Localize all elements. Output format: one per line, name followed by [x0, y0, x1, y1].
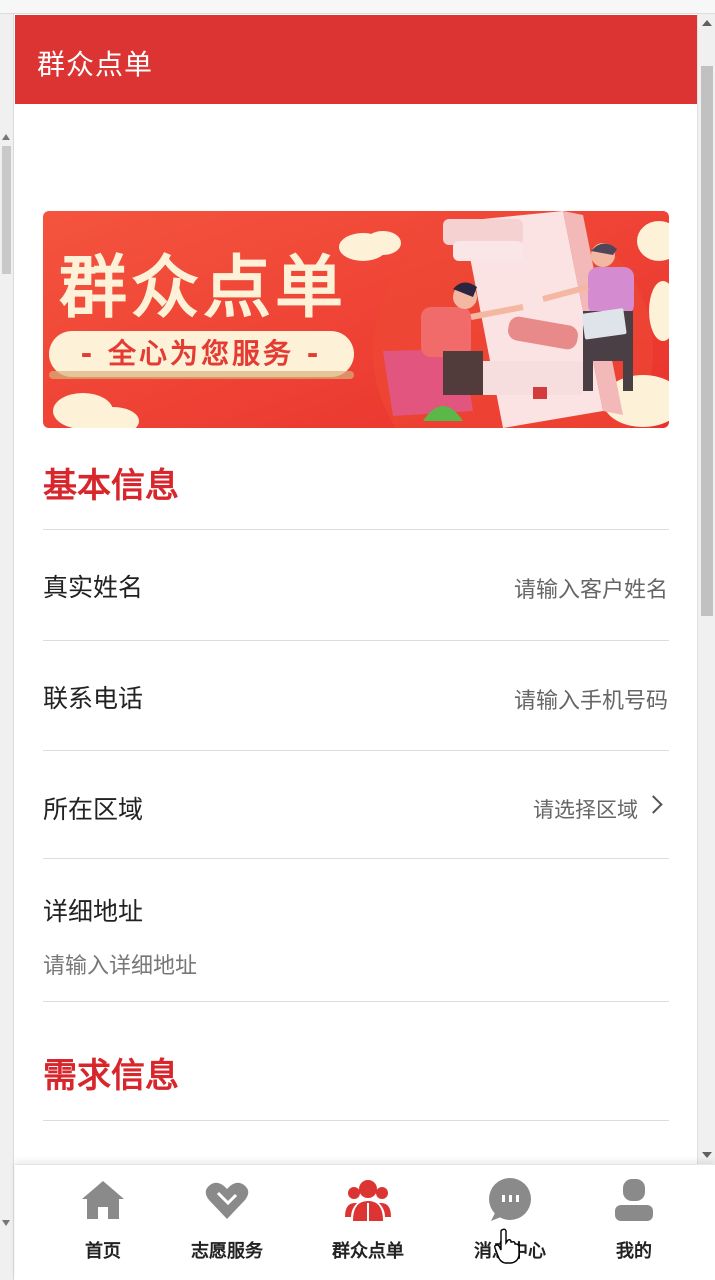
promo-banner: 群众点单 - 全心为您服务 -: [43, 211, 669, 428]
tab-people-order[interactable]: 群众点单: [308, 1165, 428, 1280]
name-label: 真实姓名: [43, 573, 144, 602]
people-icon: [345, 1180, 391, 1221]
user-icon: [615, 1179, 653, 1221]
divider: [43, 858, 669, 859]
divider: [43, 1120, 669, 1121]
name-input[interactable]: 请输入客户姓名: [514, 572, 668, 604]
section-title-basic-info: 基本信息: [43, 466, 179, 506]
divider: [43, 640, 669, 641]
tab-label: 志愿服务: [191, 1241, 263, 1262]
tab-home[interactable]: 首页: [43, 1165, 163, 1280]
banner-illustration: 群众点单 - 全心为您服务 -: [43, 211, 669, 428]
section-title-demand-info: 需求信息: [43, 1056, 179, 1096]
tab-label: 群众点单: [332, 1241, 404, 1262]
region-label: 所在区域: [43, 795, 144, 824]
right-scrollbar[interactable]: [697, 14, 715, 1164]
banner-tagline: - 全心为您服务 -: [81, 337, 322, 370]
chat-icon: [489, 1178, 531, 1221]
home-icon: [82, 1181, 124, 1219]
address-input[interactable]: 请输入详细地址: [43, 948, 197, 980]
banner-headline: 群众点单: [59, 249, 347, 328]
tab-label: 首页: [85, 1241, 121, 1262]
scroll-up-arrow-icon[interactable]: [702, 20, 712, 26]
page-header: 群众点单: [15, 15, 697, 104]
page-title: 群众点单: [37, 48, 154, 81]
divider: [43, 529, 669, 530]
hand-cursor-icon: [494, 1228, 520, 1264]
tab-volunteer[interactable]: 志愿服务: [167, 1165, 287, 1280]
region-select[interactable]: 请选择区域: [533, 794, 638, 824]
scrollbar-thumb[interactable]: [2, 146, 11, 274]
bottom-tab-bar: 首页 志愿服务 群众点单 我的: [15, 1164, 715, 1280]
tab-label: 我的: [616, 1241, 652, 1262]
window-top-edge: [0, 0, 715, 14]
app-screen: 群众点单 群众点单 - 全心为您服务 - 基本信息 真实姓名 请输入客户姓名 联…: [0, 0, 715, 1280]
phone-input[interactable]: 请输入手机号码: [514, 683, 668, 715]
scrollbar-thumb[interactable]: [701, 66, 713, 616]
scroll-down-arrow-icon[interactable]: [702, 1152, 712, 1158]
left-scrollbar[interactable]: [0, 14, 14, 1280]
divider: [43, 750, 669, 751]
scroll-down-arrow-icon[interactable]: [2, 1220, 10, 1226]
tab-profile[interactable]: 我的: [574, 1165, 694, 1280]
chevron-right-icon[interactable]: [644, 795, 663, 814]
scroll-up-arrow-icon[interactable]: [2, 134, 10, 140]
divider: [43, 1001, 669, 1002]
heart-icon: [205, 1182, 249, 1219]
phone-label: 联系电话: [43, 684, 144, 713]
address-label: 详细地址: [43, 897, 144, 926]
